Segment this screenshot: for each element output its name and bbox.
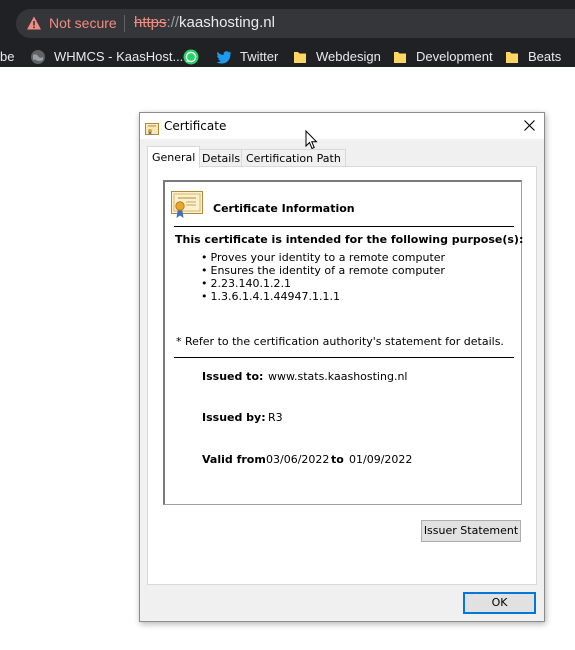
list-item: Proves your identity to a remote compute… xyxy=(201,251,446,264)
folder-icon xyxy=(292,49,308,65)
info-title: Certificate Information xyxy=(213,202,355,215)
url-scheme: https xyxy=(134,14,167,31)
globe-icon xyxy=(30,49,46,65)
divider xyxy=(174,357,514,358)
dialog-title: Certificate xyxy=(164,119,227,133)
list-item: 1.3.6.1.4.1.44947.1.1.1 xyxy=(201,290,445,303)
security-status[interactable]: Not secure xyxy=(49,15,117,31)
ok-button[interactable]: OK xyxy=(463,592,536,614)
bookmark-twitter[interactable]: Twitter xyxy=(216,48,278,66)
warning-icon[interactable] xyxy=(26,15,42,31)
bookmark-label: WHMCS - KaasHost... xyxy=(54,49,184,64)
bookmark-whmcs[interactable]: WHMCS - KaasHost... xyxy=(30,48,183,66)
bookmark-be[interactable]: be xyxy=(0,48,20,66)
bookmark-development[interactable]: Development xyxy=(392,48,493,66)
certificate-info-box: Certificate Information This certificate… xyxy=(163,180,524,505)
dialog-titlebar[interactable]: Certificate xyxy=(140,113,544,139)
twitter-icon xyxy=(216,49,232,65)
bookmark-label: be xyxy=(0,49,15,64)
bookmark-beats[interactable]: Beats xyxy=(504,48,564,66)
folder-icon xyxy=(504,49,520,65)
purpose-list: Proves your identity to a remote compute… xyxy=(201,251,446,303)
list-item: 2.23.140.1.2.1 xyxy=(201,277,445,290)
tab-general[interactable]: General xyxy=(147,146,201,168)
valid-from-label: Valid from xyxy=(202,453,266,466)
close-button[interactable] xyxy=(514,113,544,139)
valid-to-value[interactable]: 01/09/2022 xyxy=(349,453,412,466)
purpose-heading: This certificate is intended for the fol… xyxy=(175,233,524,246)
omnibox[interactable]: Not secure https://kaashosting.nl xyxy=(16,9,575,38)
general-tab-panel: Certificate Information This certificate… xyxy=(147,166,537,585)
issued-to-value[interactable]: www.stats.kaashosting.nl xyxy=(268,370,407,383)
issuer-statement-button[interactable]: Issuer Statement xyxy=(421,520,521,542)
issued-by-value[interactable]: R3 xyxy=(268,411,283,424)
folder-icon xyxy=(392,49,408,65)
bookmark-label: Webdesign xyxy=(316,49,381,64)
bookmark-webdesign[interactable]: Webdesign xyxy=(292,48,381,66)
bookmark-whatsapp[interactable] xyxy=(183,48,201,66)
close-icon xyxy=(524,120,535,131)
certificate-dialog: Certificate General Details Certificatio… xyxy=(139,112,545,622)
url-text[interactable]: https://kaashosting.nl xyxy=(134,14,275,31)
url-separator: :// xyxy=(166,14,180,31)
bookmarks-bar: be WHMCS - KaasHost... Twitter Webdesign… xyxy=(0,46,575,67)
refer-note: * Refer to the certification authority's… xyxy=(176,335,504,348)
browser-toolbar: Not secure https://kaashosting.nl xyxy=(0,0,575,46)
bookmark-label: Twitter xyxy=(240,49,279,64)
issued-to-label: Issued to: xyxy=(202,370,264,383)
list-item: Ensures the identity of a remote compute… xyxy=(201,264,445,277)
valid-to-label: to xyxy=(331,453,344,466)
url-host: kaashosting.nl xyxy=(179,14,275,31)
mouse-cursor xyxy=(305,129,318,150)
bookmark-label: Beats xyxy=(528,49,562,64)
tab-details[interactable]: Details xyxy=(197,149,246,167)
whatsapp-icon xyxy=(183,49,199,65)
tab-certification-path[interactable]: Certification Path xyxy=(241,149,346,167)
omnibox-divider xyxy=(124,15,125,32)
valid-from-value[interactable]: 03/06/2022 xyxy=(266,453,329,466)
certificate-icon xyxy=(171,191,203,219)
bookmark-label: Development xyxy=(416,49,493,64)
divider xyxy=(174,226,514,227)
issued-by-label: Issued by: xyxy=(202,411,266,424)
certificate-icon xyxy=(145,120,159,135)
